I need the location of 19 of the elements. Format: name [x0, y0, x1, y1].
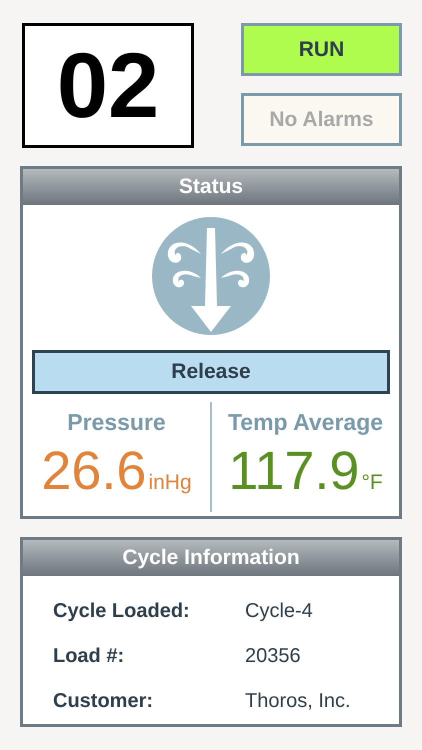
info-value: Thoros, Inc.	[245, 688, 351, 714]
metric-label: Pressure	[67, 408, 166, 437]
metric-value: 26.6	[41, 444, 146, 498]
metric-unit: inHg	[148, 472, 192, 492]
panel-header: Status	[23, 169, 399, 205]
info-value: Cycle-4	[245, 598, 313, 624]
info-label: Cycle Loaded:	[53, 598, 191, 624]
metric-unit: °F	[361, 472, 383, 492]
info-label: Customer:	[53, 688, 154, 714]
release-icon	[151, 216, 271, 336]
info-value: 20356	[245, 644, 301, 668]
status-indicator: No Alarms	[241, 93, 402, 146]
panel-header: Cycle Information	[23, 540, 399, 576]
metric-label: Temp Average	[228, 408, 384, 437]
status-indicator: RUN	[241, 23, 402, 76]
phase-label: Release	[32, 350, 390, 394]
metric-value: 117.9	[228, 444, 360, 498]
info-label: Load #:	[53, 644, 126, 668]
chamber-number: 02	[22, 23, 194, 148]
